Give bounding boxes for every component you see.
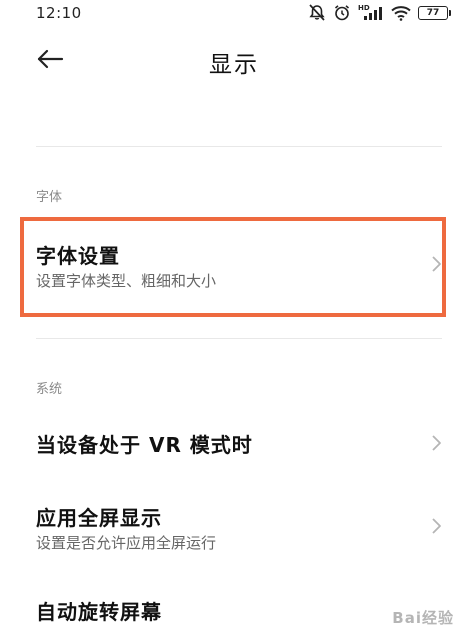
- battery-level: 77: [426, 7, 440, 18]
- cellular-signal-icon: HD: [358, 4, 384, 21]
- item-title: 应用全屏显示: [36, 506, 162, 530]
- wifi-icon: [391, 5, 411, 21]
- item-title: 自动旋转屏幕: [36, 600, 162, 624]
- chevron-right-icon: [430, 517, 442, 535]
- mute-notification-icon: [308, 4, 326, 21]
- battery-icon: 77: [418, 5, 451, 20]
- section-title-system: 系统: [36, 382, 63, 397]
- status-time: 12:10: [36, 4, 82, 22]
- status-icons: HD 77: [308, 4, 451, 21]
- watermark: Bai经验: [376, 598, 460, 638]
- item-title: 当设备处于 VR 模式时: [36, 433, 253, 457]
- fullscreen-apps-item[interactable]: 应用全屏显示 设置是否允许应用全屏运行: [24, 490, 444, 566]
- item-subtitle: 设置是否允许应用全屏运行: [36, 534, 217, 552]
- highlight-box: [20, 217, 446, 317]
- header: 显示: [0, 36, 468, 86]
- divider: [36, 338, 442, 339]
- section-title-font: 字体: [36, 190, 63, 205]
- vr-mode-item[interactable]: 当设备处于 VR 模式时: [24, 414, 444, 474]
- alarm-clock-icon: [333, 4, 351, 21]
- chevron-right-icon: [430, 434, 442, 452]
- status-bar: 12:10 HD 77: [0, 0, 468, 28]
- divider: [36, 146, 442, 147]
- watermark-text: Bai经验: [392, 609, 454, 627]
- page-title: 显示: [209, 52, 259, 78]
